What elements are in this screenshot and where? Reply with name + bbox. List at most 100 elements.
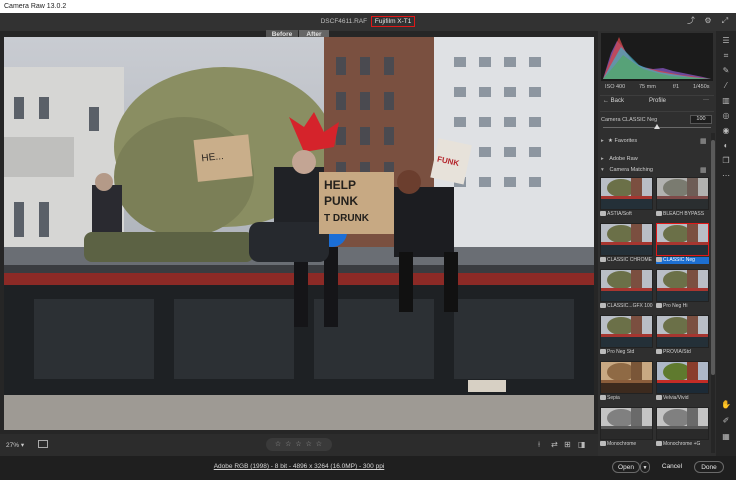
chevron-down-icon: ▾ (601, 167, 604, 173)
camera-icon (600, 303, 606, 309)
profile-thumbnail (600, 269, 653, 302)
open-button[interactable]: Open (612, 461, 640, 473)
profile-tile-label: Pro Neg Std (600, 349, 653, 356)
sign-center-line-2: PUNK (324, 194, 358, 208)
toggle-settings-icon[interactable]: ◨ (578, 440, 586, 449)
profile-tile-label: Pro Neg Hi (656, 303, 709, 310)
profile-tile[interactable]: Monochrome (600, 407, 653, 449)
workflow-options-link[interactable]: Adobe RGB (1998) - 8 bit - 4896 x 3264 (… (0, 463, 598, 470)
gear-icon[interactable]: ⚙ (703, 16, 713, 26)
profile-header: ← Back Profile ··· (601, 97, 713, 108)
radial-icon[interactable]: ◎ (720, 110, 732, 121)
filmstrip-toggle-icon[interactable] (38, 440, 48, 448)
zoom-level[interactable]: 27% ▾ (6, 441, 24, 449)
header-bar: DSCF4611.RAF Fujifilm X-T1 ⤴ ⚙ ⤢ (0, 13, 736, 31)
profile-tile-label: CLASSIC Neg (656, 257, 709, 264)
open-options-chevron-down-icon[interactable]: ▼ (640, 461, 650, 473)
camera-icon (600, 257, 606, 263)
back-button[interactable]: ← Back (603, 98, 624, 104)
mark-for-delete-icon[interactable]: ⍿ (538, 440, 540, 450)
profile-tile[interactable]: Velvia/Vivid (656, 361, 709, 403)
brush-icon[interactable]: ⁄ (720, 80, 732, 91)
profile-thumbnail (600, 315, 653, 348)
tool-strip: ☰ ⌗ ✎ ⁄ ▥ ◎ ◉ ◐ ❐ ⋯ ✋ ✐ ▦ (716, 31, 736, 456)
exif-info: ISO 400 75 mm f/1 1/450s (601, 84, 713, 93)
grid-icon[interactable]: ▦ (720, 431, 732, 442)
camera-icon (600, 349, 606, 355)
profile-tile[interactable]: CLASSIC...GFX 100 (600, 269, 653, 311)
profile-tile-label: Monochrome (600, 441, 653, 448)
camera-icon (656, 211, 662, 217)
profile-thumbnail (600, 223, 653, 256)
heal-icon[interactable]: ✎ (720, 65, 732, 76)
profile-tile-label: CLASSIC CHROME (600, 257, 653, 264)
profile-tile-label: Sepia (600, 395, 653, 402)
profile-tile-label: ASTIA/Soft (600, 211, 653, 218)
star-icon: ★ (608, 138, 613, 144)
camera-icon (656, 441, 662, 447)
divider (600, 111, 714, 112)
redeye-icon[interactable]: ◉ (720, 125, 732, 136)
grid-view-icon[interactable]: ▦ (700, 166, 707, 174)
gradient-icon[interactable]: ▥ (720, 95, 732, 106)
presets-icon[interactable]: ◐ (720, 140, 732, 151)
focal-length: 75 mm (639, 84, 656, 90)
camera-icon (656, 303, 662, 309)
amount-input[interactable]: 100 (690, 115, 712, 124)
profile-thumbnail (600, 361, 653, 394)
sign-center-line-3: T DRUNK (324, 213, 370, 224)
camera-name: Fujifilm X-T1 (370, 16, 416, 27)
camera-icon (656, 349, 662, 355)
profile-thumbnail (600, 407, 653, 440)
profile-tile[interactable]: CLASSIC Neg (656, 223, 709, 265)
aperture: f/1 (673, 84, 680, 90)
crop-icon[interactable]: ⌗ (720, 50, 732, 61)
profile-tile[interactable]: CLASSIC CHROME (600, 223, 653, 265)
grid-view-icon[interactable]: ▦ (700, 137, 707, 145)
group-camera-matching[interactable]: ▾ Camera Matching (601, 167, 653, 173)
file-info: DSCF4611.RAF Fujifilm X-T1 (0, 16, 736, 27)
profile-tile[interactable]: BLEACH BYPASS (656, 177, 709, 219)
group-adobe-raw[interactable]: ▸ Adobe Raw (601, 156, 638, 162)
sign-left-text: HE... (201, 151, 224, 164)
profile-thumbnail (656, 407, 709, 440)
camera-icon (656, 395, 662, 401)
amount-slider-handle[interactable] (654, 124, 660, 129)
done-button[interactable]: Done (694, 461, 724, 473)
profile-thumbnail (656, 361, 709, 394)
color-sampler-icon[interactable]: ✐ (720, 415, 732, 426)
shutter-speed: 1/450s (693, 84, 710, 90)
photo-preview[interactable]: HE... HELP PUNK T DRUNK FUNK (4, 37, 594, 430)
profile-tile[interactable]: Monochrome +G (656, 407, 709, 449)
more-icon[interactable]: ⋯ (720, 170, 732, 181)
profile-tile[interactable]: PROVIA/Std (656, 315, 709, 357)
snapshots-icon[interactable]: ❐ (720, 155, 732, 166)
arrow-left-icon: ← (603, 98, 609, 104)
sign-center-line-1: HELP (324, 178, 356, 192)
divider (600, 95, 714, 96)
profile-thumbnail (656, 223, 709, 256)
window-title: Camera Raw 13.0.2 (0, 0, 736, 13)
panel-scrollbar-thumb[interactable] (711, 140, 715, 375)
profile-thumbnail (600, 177, 653, 210)
profile-tile[interactable]: ASTIA/Soft (600, 177, 653, 219)
hand-icon[interactable]: ✋ (720, 399, 732, 410)
histogram-graph (603, 37, 711, 79)
profile-tile-label: BLEACH BYPASS (656, 211, 709, 218)
group-favorites[interactable]: ▸ ★ Favorites (601, 138, 637, 144)
more-options-icon[interactable]: ··· (703, 97, 709, 103)
profile-tile[interactable]: Sepia (600, 361, 653, 403)
profile-panel-title: Profile (649, 98, 667, 104)
histogram (601, 33, 713, 81)
filename: DSCF4611.RAF (320, 18, 368, 25)
export-icon[interactable]: ⤴ (686, 16, 696, 26)
star-rating[interactable]: ☆ ☆ ☆ ☆ ☆ (266, 438, 332, 451)
profile-tile[interactable]: Pro Neg Hi (656, 269, 709, 311)
cancel-button[interactable]: Cancel (660, 461, 684, 473)
swap-before-after-icon[interactable]: ⇄ (551, 440, 558, 449)
chevron-right-icon: ▸ (601, 138, 604, 144)
sliders-icon[interactable]: ☰ (720, 35, 732, 46)
fullscreen-icon[interactable]: ⤢ (720, 16, 730, 26)
before-after-view-icon[interactable]: ⊞ (564, 440, 571, 449)
profile-tile[interactable]: Pro Neg Std (600, 315, 653, 357)
